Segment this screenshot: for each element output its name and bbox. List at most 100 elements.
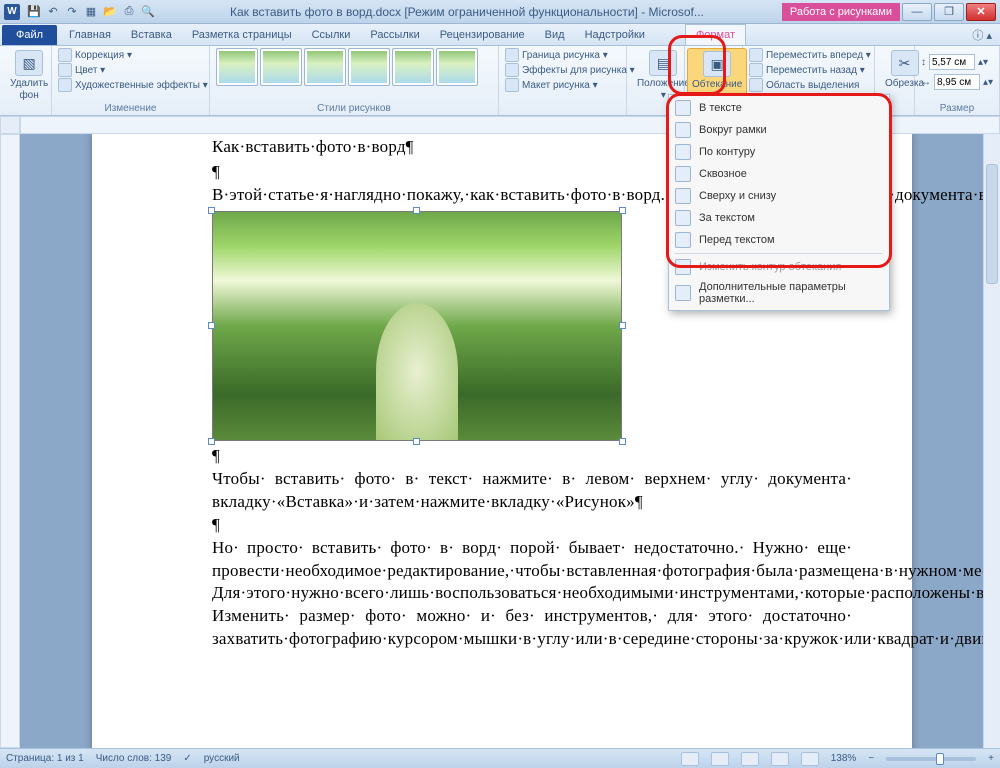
close-button[interactable]: ✕: [966, 3, 996, 21]
group-label-adjust: Изменение: [52, 103, 209, 114]
border-icon: [505, 48, 519, 62]
zoom-thumb[interactable]: [936, 753, 944, 765]
style-thumb[interactable]: [436, 48, 478, 86]
style-thumb[interactable]: [348, 48, 390, 86]
tab-insert[interactable]: Вставка: [121, 25, 182, 45]
qat-redo-icon[interactable]: ↷: [64, 4, 80, 20]
forward-icon: [749, 48, 763, 62]
color-button[interactable]: Цвет ▾: [58, 63, 208, 77]
picture-effects-button[interactable]: Эффекты для рисунка ▾: [505, 63, 635, 77]
wrap-inline-icon: [675, 100, 691, 116]
wrap-through[interactable]: Сквозное: [671, 163, 887, 185]
wrap-topbottom[interactable]: Сверху и снизу: [671, 185, 887, 207]
status-bar: Страница: 1 из 1 Число слов: 139 ✓ русск…: [0, 748, 1000, 768]
bring-forward-button[interactable]: Переместить вперед ▾: [749, 48, 871, 62]
more-layout-options[interactable]: Дополнительные параметры разметки...: [671, 278, 887, 308]
wrap-topbottom-icon: [675, 188, 691, 204]
zoom-slider[interactable]: [886, 757, 976, 761]
qat-print-icon[interactable]: ⎙: [121, 4, 137, 20]
view-print-layout[interactable]: [681, 752, 699, 766]
send-backward-button[interactable]: Переместить назад ▾: [749, 63, 871, 77]
view-outline[interactable]: [771, 752, 789, 766]
wrap-square[interactable]: Вокруг рамки: [671, 119, 887, 141]
tab-file[interactable]: Файл: [2, 25, 57, 45]
style-thumb[interactable]: [392, 48, 434, 86]
picture-layout-button[interactable]: Макет рисунка ▾: [505, 78, 635, 92]
tab-mailings[interactable]: Рассылки: [360, 25, 429, 45]
view-reading[interactable]: [711, 752, 729, 766]
status-words[interactable]: Число слов: 139: [96, 753, 172, 764]
inserted-picture[interactable]: [212, 211, 622, 441]
vertical-scrollbar[interactable]: [983, 134, 1000, 748]
width-field[interactable]: ↔ ▴▾: [921, 74, 993, 90]
doc-paragraph: Для·этого·нужно·всего·лишь·воспользовать…: [212, 582, 852, 605]
window-title: Как вставить фото в ворд.docx [Режим огр…: [156, 5, 778, 19]
edit-points-icon: [675, 259, 691, 275]
tab-home[interactable]: Главная: [59, 25, 121, 45]
backward-icon: [749, 63, 763, 77]
height-field[interactable]: ↕ ▴▾: [921, 54, 988, 70]
tab-references[interactable]: Ссылки: [302, 25, 361, 45]
qat-preview-icon[interactable]: 🔍: [140, 4, 156, 20]
view-draft[interactable]: [801, 752, 819, 766]
qat-open-icon[interactable]: 📂: [102, 4, 118, 20]
wrap-text-dropdown: В тексте Вокруг рамки По контуру Сквозно…: [668, 94, 890, 311]
window-controls: — ❐ ✕: [900, 3, 996, 21]
wrap-inline[interactable]: В тексте: [671, 97, 887, 119]
status-proofing-icon[interactable]: ✓: [183, 753, 191, 764]
scrollbar-thumb[interactable]: [986, 164, 998, 284]
layout-icon: [505, 78, 519, 92]
wrap-tight[interactable]: По контуру: [671, 141, 887, 163]
tab-format[interactable]: Формат: [685, 24, 746, 45]
picture-border-button[interactable]: Граница рисунка ▾: [505, 48, 635, 62]
maximize-button[interactable]: ❐: [934, 3, 964, 21]
position-icon: ▤: [649, 50, 677, 76]
wrap-through-icon: [675, 166, 691, 182]
doc-paragraph: Чтобы· вставить· фото· в· текст· нажмите…: [212, 468, 852, 514]
ruler-corner: [0, 116, 20, 134]
selection-pane-button[interactable]: Область выделения: [749, 78, 871, 92]
style-thumb[interactable]: [216, 48, 258, 86]
wrap-behind[interactable]: За текстом: [671, 207, 887, 229]
resize-handle[interactable]: [619, 438, 626, 445]
resize-handle[interactable]: [208, 207, 215, 214]
group-label-size: Размер: [915, 103, 999, 114]
resize-handle[interactable]: [619, 322, 626, 329]
minimize-button[interactable]: —: [902, 3, 932, 21]
tab-addins[interactable]: Надстройки: [575, 25, 655, 45]
zoom-level[interactable]: 138%: [831, 753, 857, 764]
help-icon[interactable]: ⓘ ▴: [964, 25, 1000, 45]
wrap-front[interactable]: Перед текстом: [671, 229, 887, 251]
wrap-behind-icon: [675, 210, 691, 226]
tab-review[interactable]: Рецензирование: [430, 25, 535, 45]
qat-undo-icon[interactable]: ↶: [45, 4, 61, 20]
resize-handle[interactable]: [208, 438, 215, 445]
group-label-styles: Стили рисунков: [210, 103, 498, 114]
style-thumb[interactable]: [304, 48, 346, 86]
qat-new-icon[interactable]: ▦: [83, 4, 99, 20]
wrap-tight-icon: [675, 144, 691, 160]
picture-styles-gallery[interactable]: [216, 48, 478, 86]
remove-bg-icon: ▧: [15, 50, 43, 76]
vertical-ruler[interactable]: [0, 134, 20, 748]
artistic-effects-button[interactable]: Художественные эффекты ▾: [58, 78, 208, 92]
remove-background-button[interactable]: ▧ Удалить фон: [6, 48, 52, 103]
zoom-in-button[interactable]: +: [988, 753, 994, 764]
wrap-square-icon: [675, 122, 691, 138]
height-input[interactable]: [929, 54, 975, 70]
wrap-text-icon: ▣: [703, 51, 731, 77]
qat-save-icon[interactable]: 💾: [26, 4, 42, 20]
view-web[interactable]: [741, 752, 759, 766]
resize-handle[interactable]: [413, 438, 420, 445]
tab-page-layout[interactable]: Разметка страницы: [182, 25, 302, 45]
zoom-out-button[interactable]: −: [868, 753, 874, 764]
resize-handle[interactable]: [619, 207, 626, 214]
width-input[interactable]: [934, 74, 980, 90]
resize-handle[interactable]: [208, 322, 215, 329]
corrections-button[interactable]: Коррекция ▾: [58, 48, 208, 62]
status-page[interactable]: Страница: 1 из 1: [6, 753, 84, 764]
style-thumb[interactable]: [260, 48, 302, 86]
tab-view[interactable]: Вид: [535, 25, 575, 45]
status-language[interactable]: русский: [204, 753, 240, 764]
resize-handle[interactable]: [413, 207, 420, 214]
